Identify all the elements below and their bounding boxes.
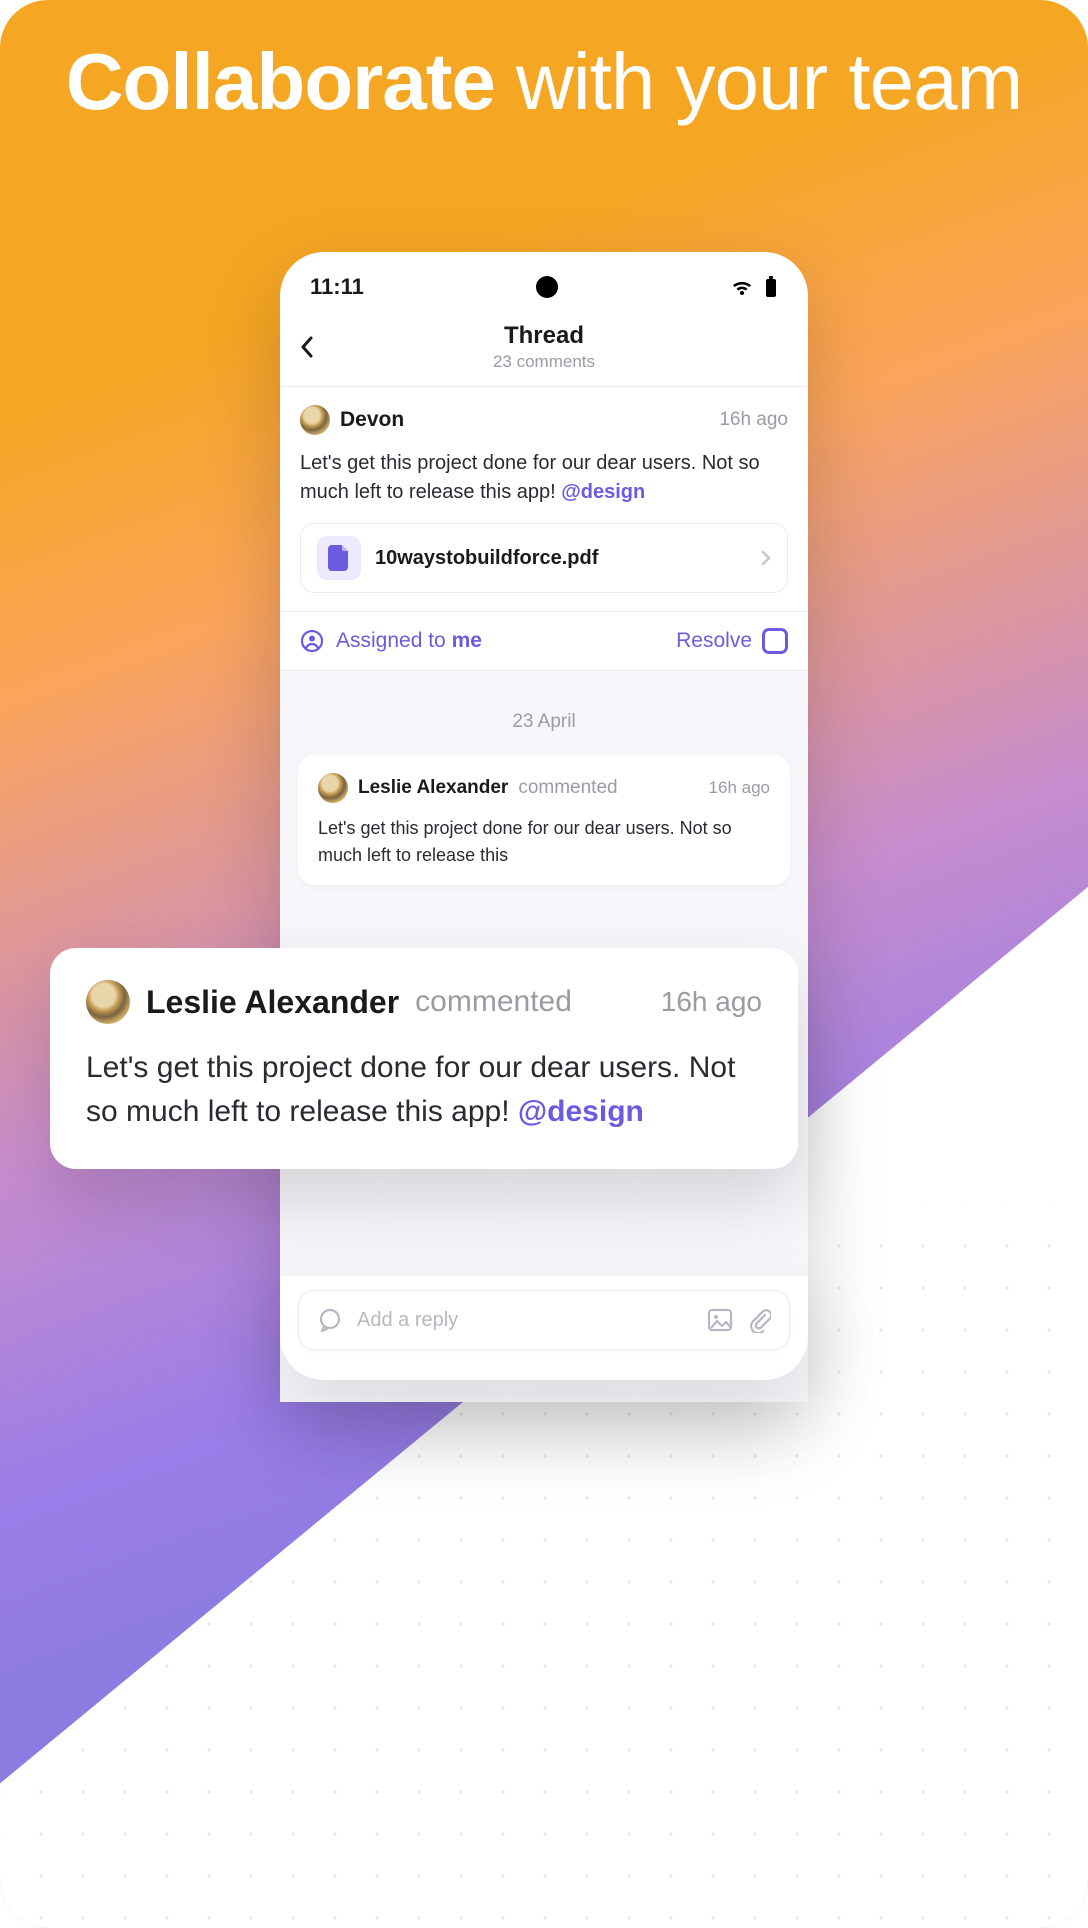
- assigned-indicator[interactable]: Assigned to me: [300, 629, 482, 653]
- chat-icon: [317, 1307, 343, 1333]
- comment-author: Leslie Alexander: [358, 777, 508, 799]
- headline: Collaborate with your team: [0, 0, 1088, 128]
- post-actions: Assigned to me Resolve: [280, 612, 808, 671]
- comment-verb: commented: [518, 777, 617, 799]
- avatar[interactable]: [300, 405, 330, 435]
- reply-bar: [298, 1290, 790, 1350]
- file-icon-box: [317, 536, 361, 580]
- headline-bold: Collaborate: [66, 37, 495, 126]
- back-button[interactable]: [300, 336, 330, 358]
- popout-time: 16h ago: [661, 986, 762, 1018]
- status-time: 11:11: [310, 274, 364, 300]
- thread-header: Thread 23 comments: [280, 312, 808, 387]
- battery-icon: [764, 276, 778, 298]
- comment-time: 16h ago: [709, 778, 770, 798]
- post-time: 16h ago: [719, 409, 788, 431]
- popout-comment-card: Leslie Alexander commented 16h ago Let's…: [50, 948, 798, 1169]
- resolve-button[interactable]: Resolve: [676, 628, 788, 654]
- original-post: Devon 16h ago Let's get this project don…: [280, 387, 808, 612]
- post-header: Devon 16h ago: [300, 405, 788, 435]
- image-icon[interactable]: [707, 1308, 733, 1332]
- headline-rest: with your team: [495, 37, 1022, 126]
- thread-subtitle: 23 comments: [330, 352, 758, 372]
- avatar[interactable]: [86, 980, 130, 1024]
- chevron-left-icon: [300, 336, 314, 358]
- attachment[interactable]: 10waystobuildforce.pdf: [300, 523, 788, 593]
- file-icon: [328, 545, 350, 571]
- post-author: Devon: [340, 408, 404, 432]
- mention[interactable]: @design: [561, 481, 645, 503]
- wifi-icon: [730, 277, 754, 297]
- popout-author: Leslie Alexander: [146, 984, 399, 1021]
- camera-dot: [536, 276, 558, 298]
- phone-mockup: 11:11 Thread 23 comments Devon 16h ago: [280, 252, 808, 1402]
- post-body: Let's get this project done for our dear…: [300, 449, 788, 507]
- reply-input[interactable]: [357, 1309, 693, 1332]
- assigned-text: Assigned to me: [336, 629, 482, 653]
- status-bar: 11:11: [280, 252, 808, 312]
- comment-header: Leslie Alexander commented 16h ago: [318, 773, 770, 803]
- popout-verb: commented: [415, 985, 572, 1019]
- popout-body: Let's get this project done for our dear…: [86, 1046, 762, 1133]
- resolve-checkbox-icon: [762, 628, 788, 654]
- post-text: Let's get this project done for our dear…: [300, 452, 760, 503]
- comment-card[interactable]: Leslie Alexander commented 16h ago Let's…: [298, 755, 790, 885]
- thread-title-box: Thread 23 comments: [330, 322, 758, 372]
- popout-header: Leslie Alexander commented 16h ago: [86, 980, 762, 1024]
- assigned-icon: [300, 629, 324, 653]
- chevron-right-icon: [761, 550, 771, 566]
- promo-card: Collaborate with your team 11:11 Thread …: [0, 0, 1088, 1928]
- thread-title: Thread: [330, 322, 758, 350]
- date-separator: 23 April: [280, 711, 808, 733]
- resolve-label: Resolve: [676, 629, 752, 653]
- comment-body: Let's get this project done for our dear…: [318, 815, 770, 867]
- attachment-icon[interactable]: [747, 1307, 771, 1333]
- status-icons: [730, 276, 778, 298]
- reply-bar-wrapper: [280, 1276, 808, 1380]
- file-name: 10waystobuildforce.pdf: [375, 547, 747, 570]
- mention[interactable]: @design: [518, 1095, 644, 1128]
- avatar[interactable]: [318, 773, 348, 803]
